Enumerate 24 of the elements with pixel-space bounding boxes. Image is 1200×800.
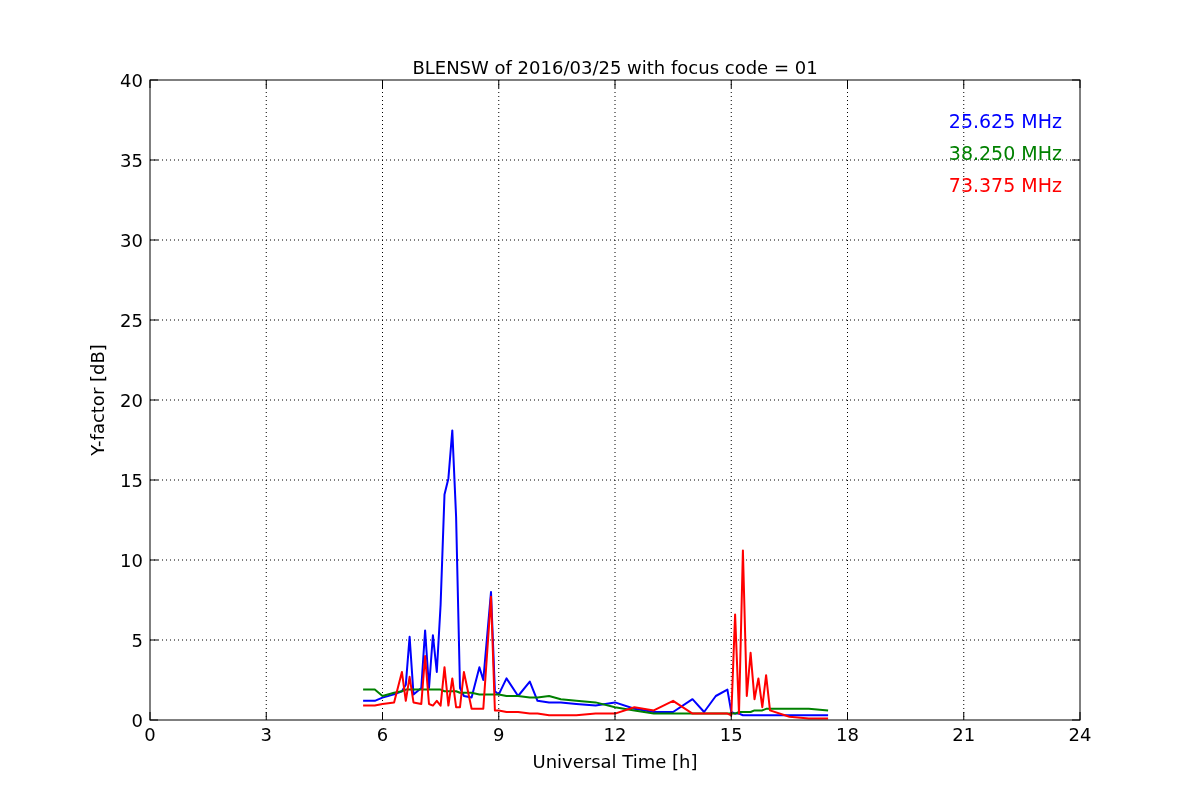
y-tick-label: 25 (120, 310, 143, 331)
chart-title: BLENSW of 2016/03/25 with focus code = 01 (412, 57, 818, 78)
y-tick-label: 10 (120, 550, 143, 571)
x-tick-label: 24 (1068, 724, 1092, 745)
y-tick-label: 5 (131, 630, 143, 651)
x-tick-label: 12 (603, 724, 627, 745)
x-tick-label: 15 (719, 724, 743, 745)
legend-label: 25.625 MHz (948, 110, 1062, 132)
x-tick-label: 6 (376, 724, 389, 745)
y-tick-label: 20 (120, 390, 143, 411)
x-tick-label: 18 (836, 724, 859, 745)
y-tick-label: 30 (120, 230, 143, 251)
x-tick-label: 9 (493, 724, 505, 745)
legend-label: 73.375 MHz (948, 174, 1062, 196)
y-tick-label: 35 (120, 150, 143, 171)
x-tick-label: 21 (952, 724, 976, 745)
legend-label: 38.250 MHz (948, 142, 1062, 164)
x-axis-label: Universal Time [h] (532, 751, 698, 772)
y-tick-label: 40 (120, 70, 143, 91)
y-axis-label: Y-factor [dB] (87, 344, 108, 456)
y-tick-label: 15 (120, 470, 143, 491)
x-tick-label: 3 (260, 724, 272, 745)
y-tick-label: 0 (131, 710, 143, 731)
x-tick-label: 0 (144, 724, 156, 745)
